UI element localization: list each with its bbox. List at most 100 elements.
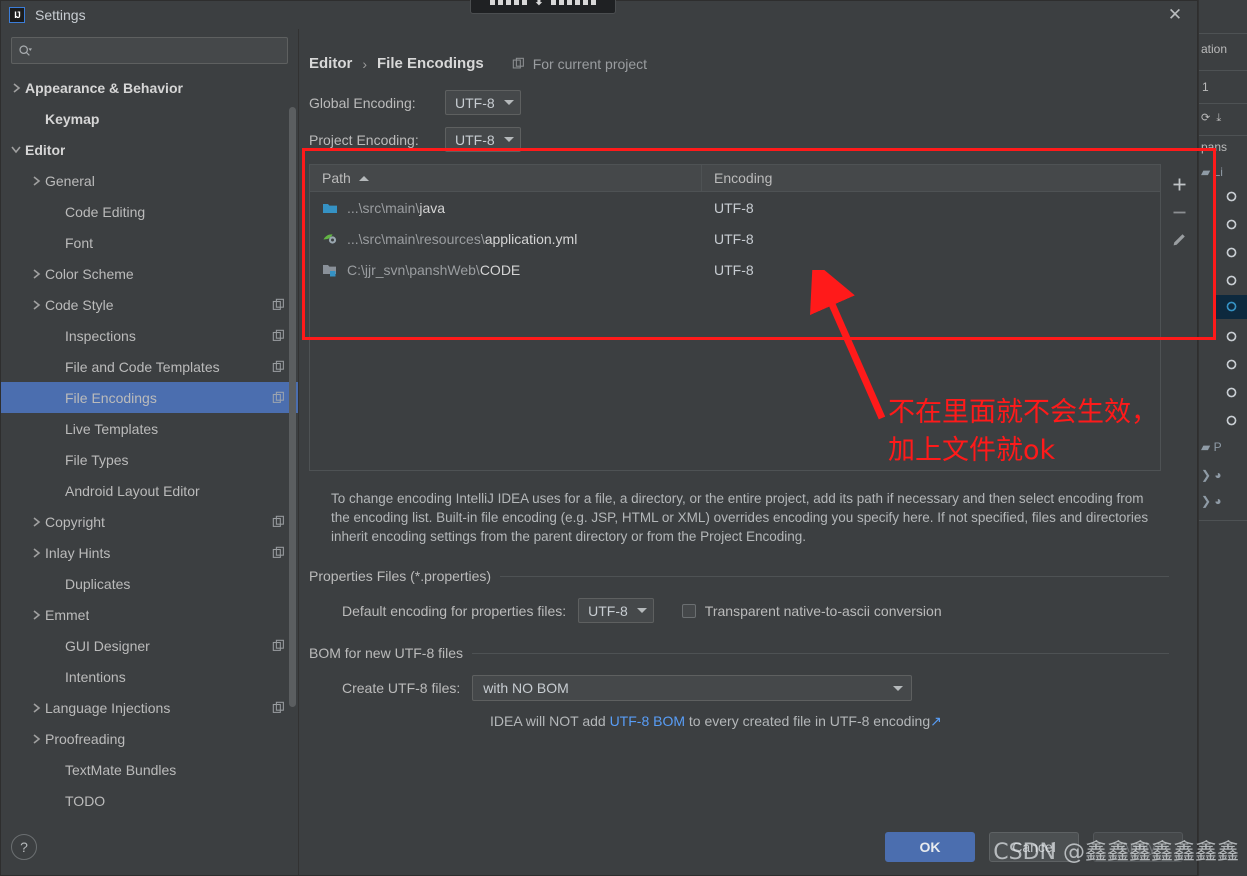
sidebar-item-android-layout-editor[interactable]: Android Layout Editor (1, 475, 298, 506)
sidebar-item-color-scheme[interactable]: Color Scheme (1, 258, 298, 289)
sidebar-item-textmate-bundles[interactable]: TextMate Bundles (1, 754, 298, 785)
close-icon[interactable]: ✕ (1163, 3, 1187, 27)
copy-scope-icon (272, 639, 284, 651)
column-header-path[interactable]: Path (310, 165, 702, 191)
sidebar-item-appearance-behavior[interactable]: Appearance & Behavior (1, 72, 298, 103)
chevron-right-icon[interactable] (27, 702, 45, 714)
section-divider (500, 575, 1169, 577)
settings-sidebar: Appearance & Behavior Keymap Editor General… (1, 29, 299, 875)
chevron-right-icon[interactable] (27, 175, 45, 187)
sidebar-item-keymap[interactable]: Keymap (1, 103, 298, 134)
sidebar-item-language-injections[interactable]: Language Injections (1, 692, 298, 723)
table-row[interactable]: ...\src\main\java UTF-8 (310, 192, 1160, 223)
sidebar-item-file-and-code-templates[interactable]: File and Code Templates (1, 351, 298, 382)
copy-scope-icon (272, 360, 284, 372)
sidebar-item-inlay-hints[interactable]: Inlay Hints (1, 537, 298, 568)
csdn-watermark: CSDN @鑫鑫鑫鑫鑫鑫鑫 (993, 840, 1239, 865)
table-cell-path: ...\src\main\java (310, 200, 702, 216)
gear-icon (1226, 275, 1237, 286)
project-encoding-select[interactable]: UTF-8 (445, 127, 521, 152)
chevron-right-icon[interactable] (27, 299, 45, 311)
copy-scope-icon (272, 701, 284, 713)
ide-bg-tree-row: ❯ ◕ (1201, 494, 1222, 508)
yaml-file-icon (323, 233, 337, 244)
default-properties-encoding-value: UTF-8 (588, 602, 628, 619)
sidebar-item-code-style[interactable]: Code Style (1, 289, 298, 320)
sidebar-item-code-editing[interactable]: Code Editing (1, 196, 298, 227)
table-row[interactable]: ...\src\main\resources\application.yml UT… (310, 223, 1160, 254)
sidebar-item-todo[interactable]: TODO (1, 785, 298, 816)
global-encoding-value: UTF-8 (455, 94, 495, 111)
plus-icon (1173, 178, 1185, 190)
table-cell-encoding[interactable]: UTF-8 (702, 262, 1160, 278)
default-properties-encoding-label: Default encoding for properties files: (342, 602, 567, 619)
breadcrumb-parent[interactable]: Editor (309, 55, 352, 72)
sidebar-item-label: GUI Designer (65, 637, 150, 654)
sidebar-item-label: General (45, 172, 95, 189)
sidebar-item-font[interactable]: Font (1, 227, 298, 258)
utf8-bom-link[interactable]: UTF-8 BOM (610, 713, 685, 729)
sidebar-item-label: Color Scheme (45, 265, 134, 282)
settings-tree[interactable]: Appearance & Behavior Keymap Editor General… (1, 70, 298, 819)
path-name: CODE (479, 261, 521, 278)
breadcrumb: Editor › File Encodings For current proj… (299, 55, 1197, 72)
table-toolbar (1161, 164, 1197, 471)
sidebar-item-gui-designer[interactable]: GUI Designer (1, 630, 298, 661)
edit-button[interactable] (1165, 226, 1193, 254)
column-header-encoding-label: Encoding (714, 170, 773, 186)
external-link-icon[interactable]: ↗ (930, 713, 942, 729)
copy-scope-icon (272, 391, 284, 403)
global-encoding-select[interactable]: UTF-8 (445, 90, 521, 115)
gear-icon (1226, 387, 1237, 398)
chevron-right-icon[interactable] (27, 609, 45, 621)
sidebar-item-proofreading[interactable]: Proofreading (1, 723, 298, 754)
column-header-encoding[interactable]: Encoding (702, 165, 1160, 191)
sidebar-item-emmet[interactable]: Emmet (1, 599, 298, 630)
add-button[interactable] (1165, 170, 1193, 198)
chevron-right-icon[interactable] (27, 547, 45, 559)
default-properties-encoding-select[interactable]: UTF-8 (578, 598, 654, 623)
sidebar-item-copyright[interactable]: Copyright (1, 506, 298, 537)
sidebar-item-duplicates[interactable]: Duplicates (1, 568, 298, 599)
dots-left-icon (489, 0, 527, 5)
chevron-right-icon[interactable] (27, 733, 45, 745)
copy-scope-icon (272, 329, 284, 341)
bom-section: BOM for new UTF-8 files Create UTF-8 fil… (309, 645, 1197, 730)
native-to-ascii-checkbox[interactable] (681, 603, 696, 618)
create-utf8-files-value: with NO BOM (483, 680, 569, 696)
table-row[interactable]: C:\jjr_svn\panshWeb\CODE UTF-8 (310, 254, 1160, 285)
sidebar-item-label: Copyright (45, 513, 105, 530)
bom-section-title: BOM for new UTF-8 files (309, 645, 464, 661)
ok-button[interactable]: OK (885, 832, 975, 862)
help-row: ? (1, 819, 298, 875)
chevron-right-icon[interactable] (7, 82, 25, 94)
search-box[interactable] (11, 37, 288, 64)
remove-button[interactable] (1165, 198, 1193, 226)
bom-note-after: to every created file in UTF-8 encoding (685, 713, 931, 729)
native-to-ascii-checkbox-row[interactable]: Transparent native-to-ascii conversion (681, 603, 942, 619)
table-cell-encoding[interactable]: UTF-8 (702, 231, 1160, 247)
sidebar-item-label: Inlay Hints (45, 544, 111, 561)
create-utf8-files-select[interactable]: with NO BOM (472, 675, 913, 701)
sidebar-item-file-encodings[interactable]: File Encodings (1, 382, 298, 413)
sidebar-item-label: File Types (65, 451, 129, 468)
sidebar-item-live-templates[interactable]: Live Templates (1, 413, 298, 444)
chevron-down-icon[interactable] (7, 145, 25, 154)
chevron-down-icon (893, 685, 904, 691)
sidebar-item-inspections[interactable]: Inspections (1, 320, 298, 351)
gear-icon (1226, 331, 1237, 342)
minus-icon (1173, 211, 1185, 213)
sidebar-item-editor[interactable]: Editor (1, 134, 298, 165)
sidebar-item-general[interactable]: General (1, 165, 298, 196)
help-button[interactable]: ? (11, 834, 37, 860)
sidebar-item-intentions[interactable]: Intentions (1, 661, 298, 692)
search-input[interactable] (32, 43, 281, 58)
folder-icon (323, 203, 337, 213)
sidebar-scrollbar[interactable] (289, 107, 296, 707)
chevron-right-icon[interactable] (27, 268, 45, 280)
project-encoding-value: UTF-8 (455, 131, 495, 148)
table-cell-encoding[interactable]: UTF-8 (702, 200, 1160, 216)
chevron-right-icon[interactable] (27, 516, 45, 528)
sidebar-item-label: File and Code Templates (65, 358, 220, 375)
sidebar-item-file-types[interactable]: File Types (1, 444, 298, 475)
